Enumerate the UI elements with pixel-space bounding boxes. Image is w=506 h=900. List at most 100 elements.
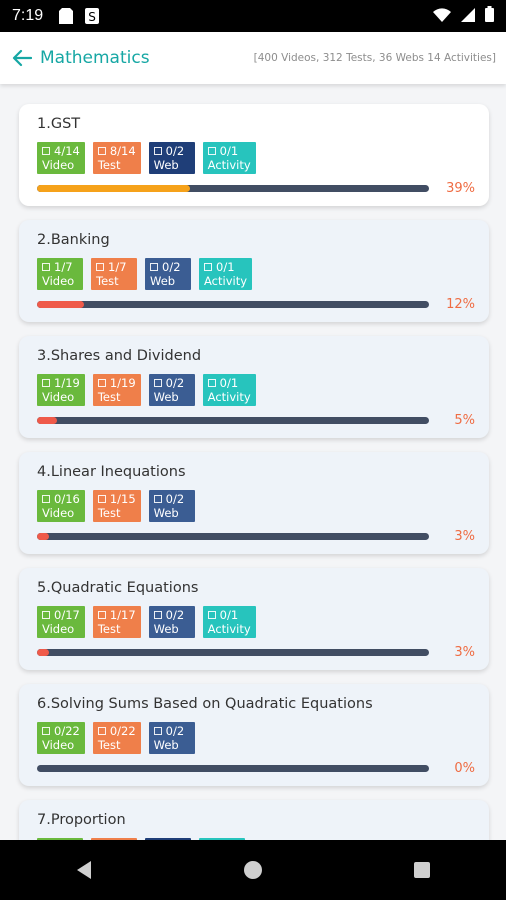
chip-video[interactable]: 1/19 Video [37, 374, 85, 406]
test-icon [96, 263, 104, 271]
chip-count: 0/2 [165, 144, 185, 158]
chip-count: 0/1 [219, 144, 239, 158]
chip-count: 0/2 [165, 376, 185, 390]
progress-bar [37, 533, 429, 540]
nav-back-icon[interactable] [64, 850, 104, 890]
chip-label: Activity [204, 274, 248, 288]
chip-label: Activity [207, 158, 251, 172]
test-icon [97, 379, 106, 387]
progress-row: 3% [37, 645, 475, 660]
chapter-title: 6.Solving Sums Based on Quadratic Equati… [37, 696, 373, 712]
test-icon [97, 611, 106, 619]
system-nav-bar [0, 840, 506, 900]
web-icon [153, 611, 162, 619]
chip-count: 8/14 [109, 144, 136, 158]
chip-video[interactable]: 1/7 Video [37, 258, 83, 290]
chip-label: Web [153, 622, 179, 636]
chip-test[interactable]: 0/22 Test [92, 722, 141, 754]
chip-web[interactable]: 0/2 Web [145, 258, 191, 290]
progress-percent: 12% [446, 297, 475, 312]
chip-activity[interactable]: 0/1 Activity [202, 606, 256, 638]
progress-bar [37, 765, 429, 772]
chip-label: Test [97, 390, 121, 404]
chip-label: Activity [207, 622, 251, 636]
chip-count: 0/2 [165, 492, 185, 506]
progress-fill [37, 533, 49, 540]
chip-count: 0/17 [54, 608, 80, 622]
chapter-list: 1.GST 4/14 Video 8/14 Test 0/2 Web 0/1 Activity 3… [0, 84, 506, 840]
progress-row: 5% [37, 413, 475, 428]
web-icon [150, 263, 158, 271]
chip-test[interactable]: 8/14 Test [92, 142, 141, 174]
chip-label: Test [97, 158, 121, 172]
activity-icon [207, 147, 216, 155]
signal-icon [461, 7, 475, 26]
chip-count: 0/22 [109, 724, 136, 738]
chip-video[interactable]: 4/14 Video [37, 142, 85, 174]
chip-label: Web [153, 158, 179, 172]
chip-label: Test [97, 506, 121, 520]
chapter-card[interactable]: 2.Banking 1/7 Video 1/7 Test 0/2 Web 0/1 Activit… [19, 220, 489, 322]
nav-recents-icon[interactable] [402, 850, 442, 890]
web-icon [153, 147, 162, 155]
chapter-title: 5.Quadratic Equations [37, 580, 199, 596]
video-icon [42, 611, 50, 619]
web-icon [153, 727, 162, 735]
chip-video[interactable]: 0/16 Video [37, 490, 85, 522]
progress-row: 39% [37, 181, 475, 196]
chip-label: Web [153, 506, 179, 520]
chip-count: 0/1 [216, 260, 235, 274]
chip-label: Video [42, 158, 75, 172]
chip-test[interactable]: 1/7 Test [91, 258, 137, 290]
chip-test[interactable]: 1/15 Test [92, 490, 141, 522]
chip-test[interactable]: 1/19 Test [92, 374, 141, 406]
status-time: 7:19 [12, 7, 44, 24]
chip-activity[interactable]: 0/1 Activity [199, 258, 253, 290]
chip-count: 0/2 [162, 260, 181, 274]
chip-web[interactable]: 0/2 Web [148, 490, 195, 522]
chapter-card[interactable]: 6.Solving Sums Based on Quadratic Equati… [19, 684, 489, 786]
progress-percent: 39% [446, 181, 475, 196]
chapter-card[interactable]: 5.Quadratic Equations 0/17 Video 1/17 Test 0/… [19, 568, 489, 670]
test-icon [97, 495, 106, 503]
chip-web[interactable]: 0/2 Web [148, 722, 195, 754]
chip-count: 4/14 [54, 144, 80, 158]
chip-count: 0/2 [165, 724, 185, 738]
resource-chips: 0/22 Video 0/22 Test 0/2 Web [37, 722, 475, 754]
chip-label: Video [42, 622, 75, 636]
web-icon [153, 379, 162, 387]
resource-chips: 4/14 Video 8/14 Test 0/2 Web 0/1 Activity [37, 142, 475, 174]
svg-text:S: S [88, 10, 96, 24]
progress-percent: 5% [454, 413, 475, 428]
progress-bar [37, 185, 429, 192]
chip-test[interactable]: 1/17 Test [92, 606, 141, 638]
chip-web[interactable]: 0/2 Web [148, 142, 195, 174]
chip-count: 0/22 [54, 724, 80, 738]
nav-home-icon[interactable] [233, 850, 273, 890]
chapter-card[interactable]: 7.Proportion [19, 800, 489, 840]
chip-web[interactable]: 0/2 Web [148, 374, 195, 406]
chip-label: Web [153, 390, 179, 404]
web-icon [153, 495, 162, 503]
chip-video[interactable]: 0/17 Video [37, 606, 85, 638]
progress-fill [37, 185, 190, 192]
progress-bar [37, 649, 429, 656]
chip-activity[interactable]: 0/1 Activity [202, 374, 256, 406]
chapter-card[interactable]: 1.GST 4/14 Video 8/14 Test 0/2 Web 0/1 Activity 3… [19, 104, 489, 206]
chip-web[interactable]: 0/2 Web [148, 606, 195, 638]
chapter-card[interactable]: 4.Linear Inequations 0/16 Video 1/15 Test 0/2… [19, 452, 489, 554]
sync-icon: S [85, 8, 100, 24]
back-arrow-icon[interactable] [10, 46, 34, 70]
test-icon [97, 147, 106, 155]
chip-count: 1/7 [54, 260, 73, 274]
chip-video[interactable]: 0/22 Video [37, 722, 85, 754]
chip-label: Test [97, 622, 121, 636]
chip-label: Activity [207, 390, 251, 404]
progress-row: 12% [37, 297, 475, 312]
chapter-card[interactable]: 3.Shares and Dividend 1/19 Video 1/19 Test 0/… [19, 336, 489, 438]
chip-label: Test [96, 274, 119, 288]
chip-activity[interactable]: 0/1 Activity [202, 142, 256, 174]
activity-icon [207, 379, 216, 387]
resource-chips: 1/19 Video 1/19 Test 0/2 Web 0/1 Activity [37, 374, 475, 406]
chip-label: Web [153, 738, 179, 752]
